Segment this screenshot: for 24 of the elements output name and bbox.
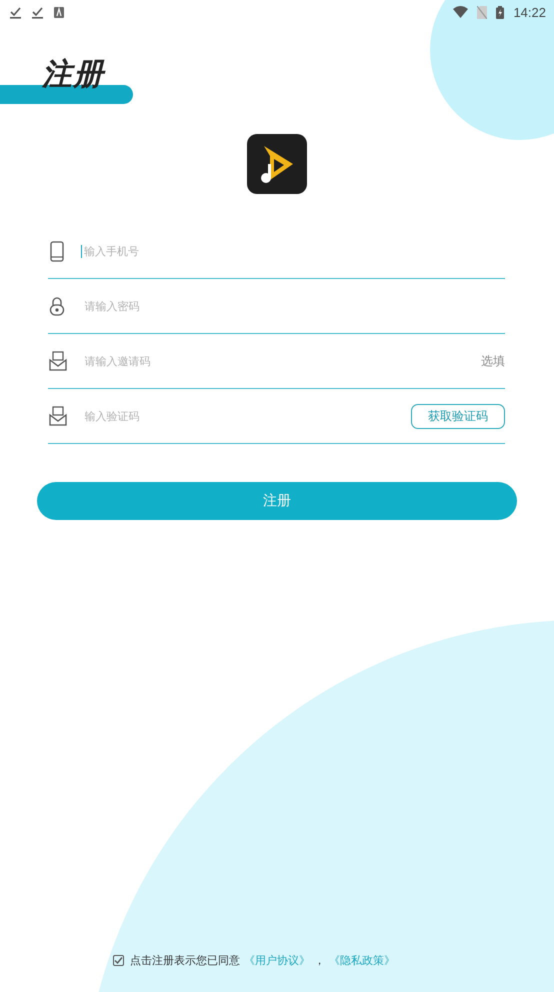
- padlock-icon: [49, 296, 67, 316]
- envelope-icon: [49, 406, 67, 426]
- download-done-icon: [32, 6, 43, 18]
- separator: ，: [314, 953, 325, 968]
- register-button[interactable]: 注册: [37, 482, 517, 520]
- app-logo: [247, 134, 307, 194]
- optional-label: 选填: [481, 352, 505, 370]
- wifi-icon: [453, 6, 468, 18]
- policy-link[interactable]: 《隐私政策》: [329, 953, 395, 968]
- battery-charging-icon: [496, 6, 504, 18]
- input-field[interactable]: 请输入邀请码: [81, 354, 467, 368]
- policy-link[interactable]: 《用户协议》: [244, 953, 310, 968]
- page-title: 注册: [42, 56, 104, 94]
- checkbox[interactable]: [113, 955, 124, 966]
- envelope-icon: [49, 350, 67, 372]
- app-notification-icon: [54, 6, 64, 18]
- download-done-icon: [10, 6, 21, 18]
- no-sim-icon: [477, 6, 488, 18]
- input-field[interactable]: 输入手机号: [81, 244, 505, 258]
- input-field[interactable]: 请输入密码: [81, 300, 505, 312]
- input-field[interactable]: 输入验证码: [81, 410, 397, 422]
- get-code-button[interactable]: 获取验证码: [411, 404, 505, 428]
- clock: 14:22: [513, 4, 546, 20]
- agreement-text: 点击注册表示您已同意: [130, 953, 240, 968]
